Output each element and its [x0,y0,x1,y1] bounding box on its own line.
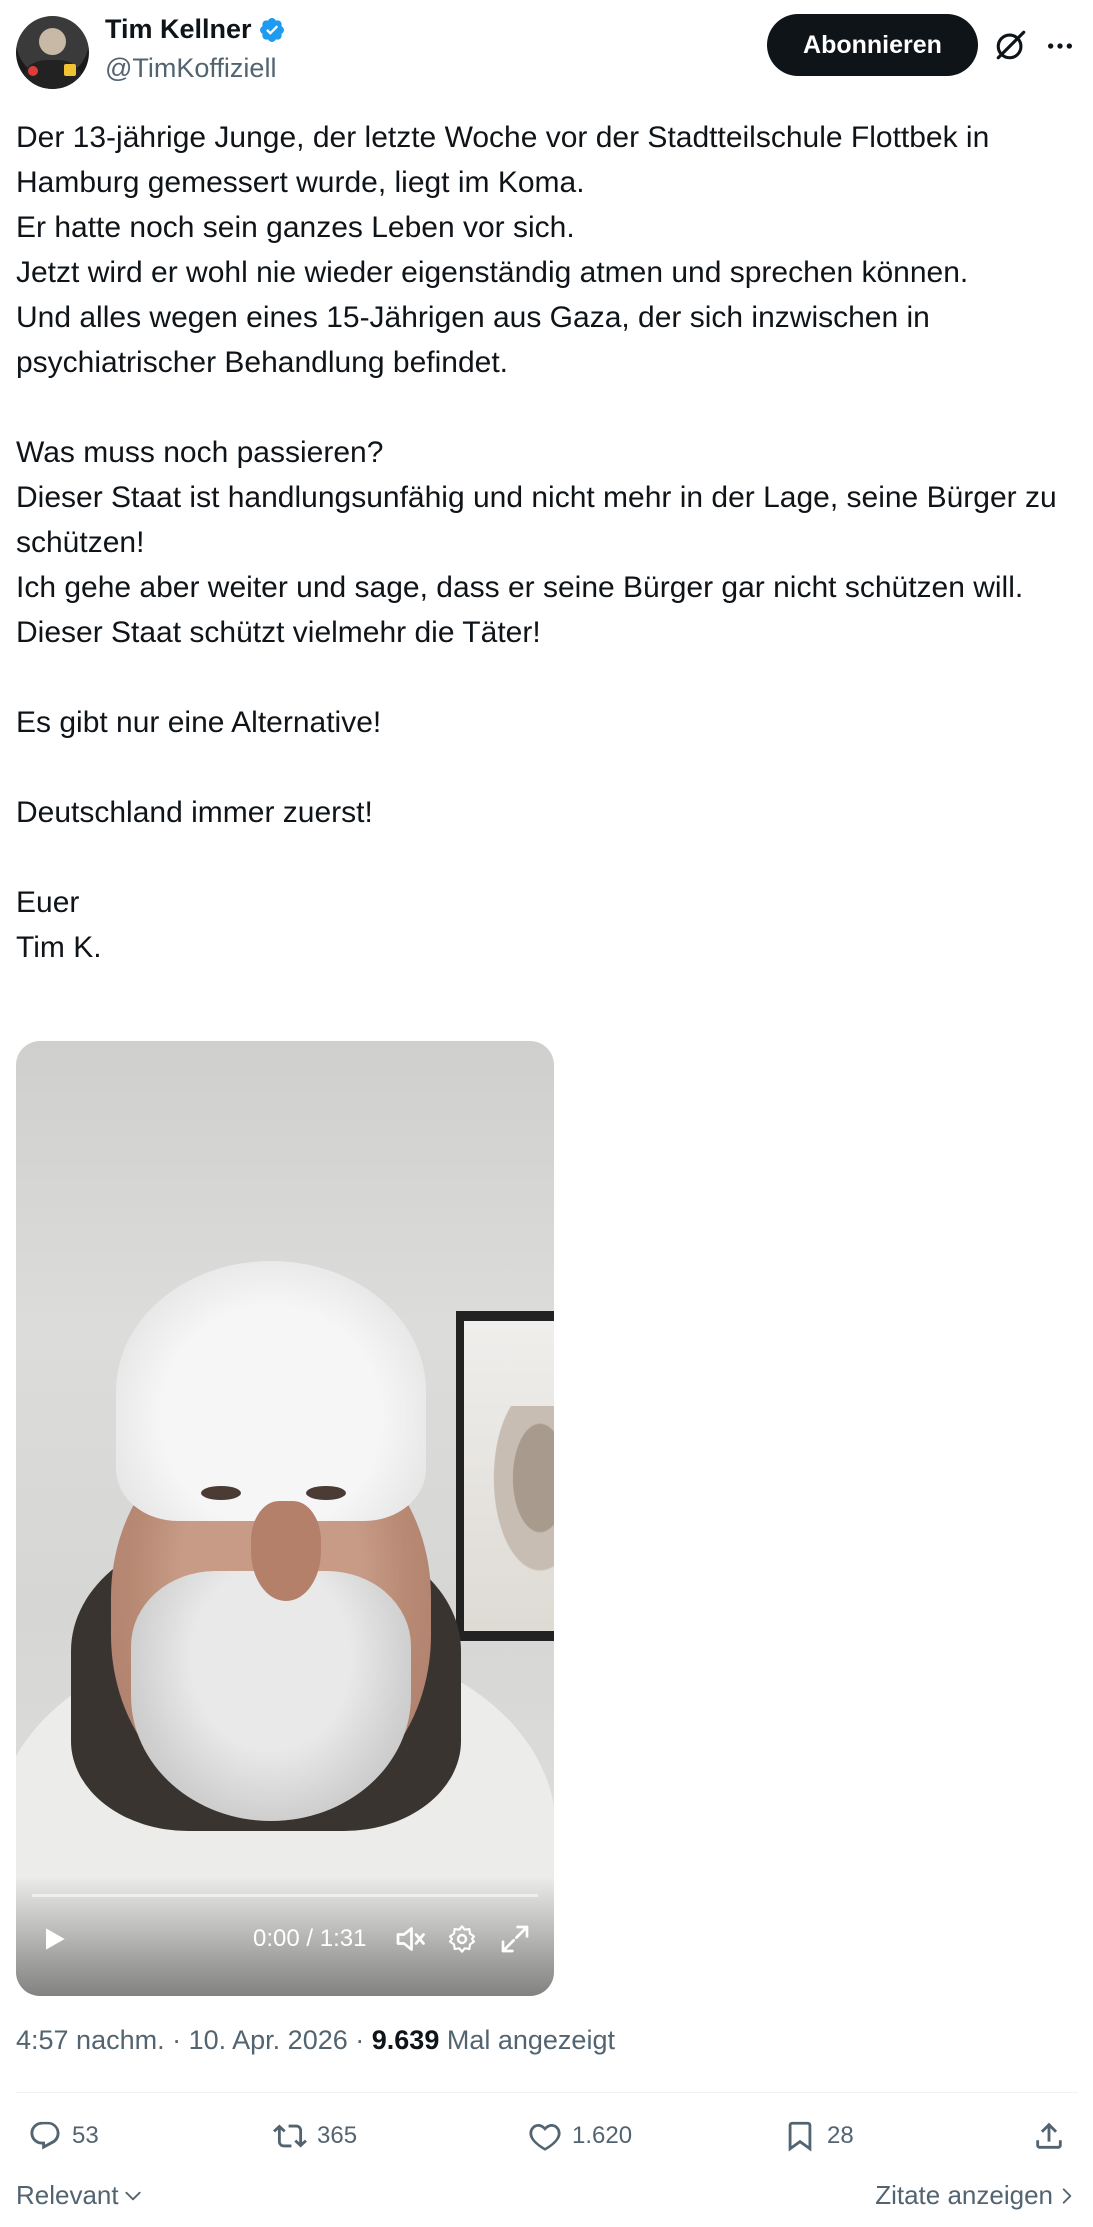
heart-icon [529,2123,561,2151]
volume-muted-icon[interactable] [392,1921,428,1957]
reply-count: 53 [72,2122,99,2149]
tweet-paragraph: Es gibt nur eine Alternative! [16,706,382,739]
author-display-name[interactable]: Tim Kellner [105,14,252,45]
tweet-paragraph: Euer Tim K. [16,886,102,964]
tweet-text: Der 13-jährige Junge, der letzte Woche v… [16,115,1078,970]
bookmark-count: 28 [827,2122,854,2149]
author-handle[interactable]: @TimKoffiziell [105,53,276,84]
tweet-paragraph: Der 13-jährige Junge, der letzte Woche v… [16,121,990,379]
share-icon [1036,2122,1062,2149]
reply-icon [30,2121,60,2150]
bookmark-button[interactable]: 28 [783,2112,854,2160]
tweet-time[interactable]: 4:57 nachm. [16,2025,165,2055]
author-name-row[interactable]: Tim Kellner [105,14,286,45]
play-icon[interactable] [38,1921,70,1957]
chevron-right-icon [1062,2187,1072,2204]
tweet-header: Tim Kellner @TimKoffiziell Abonnieren [0,0,1093,95]
view-quotes-label: Zitate anzeigen [875,2180,1053,2210]
more-icon[interactable] [1044,30,1076,62]
subscribe-button[interactable]: Abonnieren [767,14,978,76]
divider [16,2092,1078,2093]
sort-label: Relevant [16,2180,119,2210]
repost-button[interactable]: 365 [273,2112,357,2160]
video-player[interactable]: 0:00 / 1:31 [16,1041,554,1996]
video-time: 0:00 / 1:31 [253,1925,367,1952]
views-count: 9.639 [371,2025,440,2055]
repost-icon [273,2124,307,2148]
avatar[interactable] [16,16,89,89]
reply-button[interactable]: 53 [28,2112,99,2160]
sort-dropdown[interactable]: Relevant [16,2180,143,2211]
tweet-paragraph: Deutschland immer zuerst! [16,796,373,829]
repost-count: 365 [317,2122,358,2149]
settings-gear-icon[interactable] [446,1921,478,1957]
like-button[interactable]: 1.620 [528,2112,632,2160]
tweet-date[interactable]: 10. Apr. 2026 [189,2025,348,2055]
verified-badge-icon [259,17,284,42]
views-label: Mal angezeigt [446,2025,615,2055]
tweet-paragraph: Was muss noch passieren? Dieser Staat is… [16,436,1057,649]
tweet-meta: 4:57 nachm. · 10. Apr. 2026 · 9.639 Mal … [16,2025,615,2055]
view-quotes-link[interactable]: Zitate anzeigen [875,2180,1077,2211]
share-button[interactable] [1032,2112,1076,2160]
bookmark-icon [788,2121,812,2152]
fullscreen-icon[interactable] [499,1921,531,1957]
chevron-down-icon [125,2191,141,2200]
video-progress-bar[interactable] [32,1894,538,1897]
video-person-cap [116,1261,426,1521]
tweet-actions: 53 365 1.620 28 [0,2112,1093,2160]
grok-icon[interactable] [994,28,1028,62]
like-count: 1.620 [572,2122,633,2149]
